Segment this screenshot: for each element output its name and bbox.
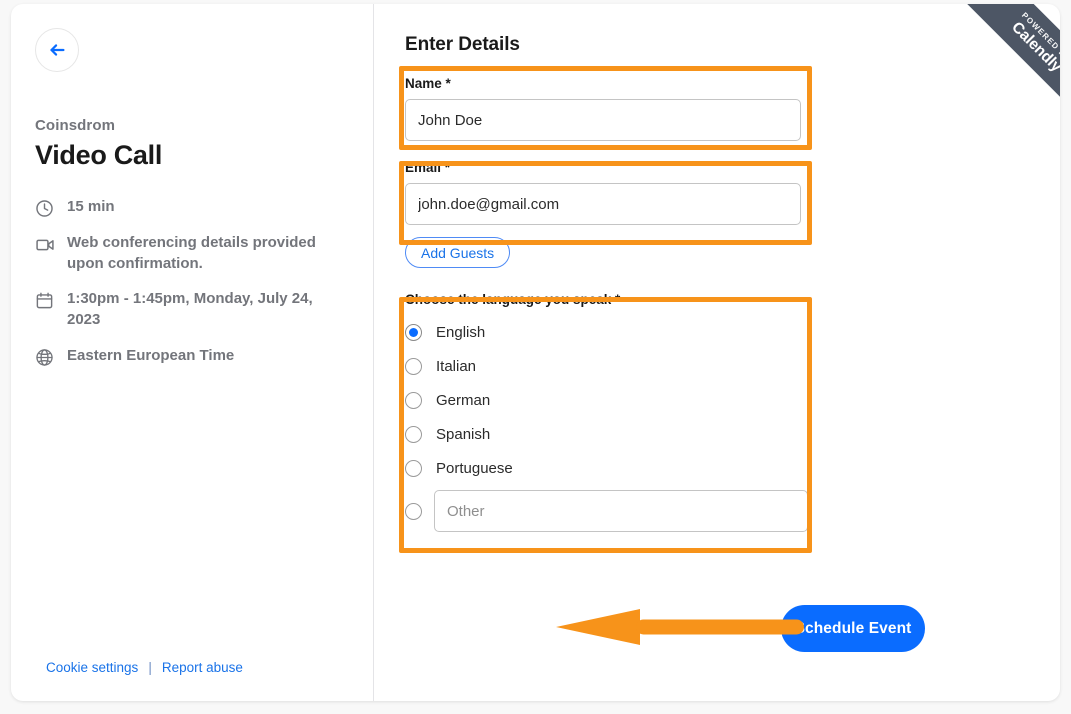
detail-duration-text: 15 min — [67, 198, 115, 216]
organization-name: Coinsdrom — [35, 117, 116, 134]
radio-label: English — [436, 323, 486, 341]
add-guests-button[interactable]: Add Guests — [405, 237, 511, 268]
detail-duration: 15 min — [35, 197, 345, 218]
name-input[interactable] — [405, 99, 801, 141]
language-field-group: Choose the language you speak * English … — [405, 292, 1060, 537]
radio-mark-icon — [405, 425, 422, 443]
name-field-group: Name * — [405, 76, 1060, 141]
language-radio-group: English Italian German Spanish Portugues… — [405, 315, 1060, 537]
booking-card: Coinsdrom Video Call 15 min Web conferen… — [11, 4, 1060, 701]
form-title: Enter Details — [405, 34, 520, 55]
name-field-label: Name * — [405, 76, 451, 91]
calendar-icon — [35, 289, 57, 310]
detail-timezone-text: Eastern European Time — [67, 346, 235, 364]
email-field-group: Email * — [405, 160, 1060, 225]
radio-label: Portuguese — [436, 459, 513, 477]
radio-option-italian[interactable]: Italian — [405, 349, 1060, 383]
detail-timezone: Eastern European Time — [35, 346, 345, 367]
back-button[interactable] — [35, 28, 79, 72]
cookie-settings-link[interactable]: Cookie settings — [46, 660, 138, 675]
detail-location-text: Web conferencing details provided upon c… — [67, 234, 316, 272]
radio-option-spanish[interactable]: Spanish — [405, 417, 1060, 451]
email-field-label: Email * — [405, 160, 451, 175]
radio-label: Italian — [436, 357, 477, 375]
detail-datetime: 1:30pm - 1:45pm, Monday, July 24, 2023 — [35, 289, 345, 330]
radio-label: Spanish — [436, 425, 491, 443]
event-details-list: 15 min Web conferencing details provided… — [35, 197, 345, 367]
radio-option-portuguese[interactable]: Portuguese — [405, 451, 1060, 485]
video-camera-icon — [35, 233, 57, 255]
other-language-input[interactable] — [434, 490, 808, 532]
language-question-label: Choose the language you speak * — [405, 292, 621, 307]
radio-mark-icon — [405, 391, 422, 409]
radio-mark-icon — [405, 459, 422, 477]
footer-links: Cookie settings | Report abuse — [46, 660, 243, 675]
details-form-panel: Enter Details Name * Email * Add Guests … — [374, 4, 1060, 701]
radio-label: German — [436, 391, 491, 409]
radio-option-english[interactable]: English — [405, 315, 1060, 349]
report-abuse-link[interactable]: Report abuse — [162, 660, 243, 675]
detail-datetime-text: 1:30pm - 1:45pm, Monday, July 24, 2023 — [67, 290, 313, 329]
radio-option-german[interactable]: German — [405, 383, 1060, 417]
radio-mark-icon — [405, 502, 422, 520]
radio-option-other[interactable] — [405, 485, 1060, 537]
detail-location: Web conferencing details provided upon c… — [35, 233, 345, 274]
schedule-event-button[interactable]: Schedule Event — [781, 605, 925, 652]
booking-page: Coinsdrom Video Call 15 min Web conferen… — [0, 0, 1071, 714]
event-info-panel: Coinsdrom Video Call 15 min Web conferen… — [11, 4, 374, 701]
event-title: Video Call — [35, 140, 163, 170]
globe-icon — [35, 346, 57, 367]
email-input[interactable] — [405, 183, 801, 225]
radio-mark-icon — [405, 357, 422, 375]
arrow-left-icon — [46, 39, 68, 61]
radio-mark-icon — [405, 323, 422, 341]
footer-separator: | — [148, 660, 152, 675]
clock-icon — [35, 197, 57, 218]
